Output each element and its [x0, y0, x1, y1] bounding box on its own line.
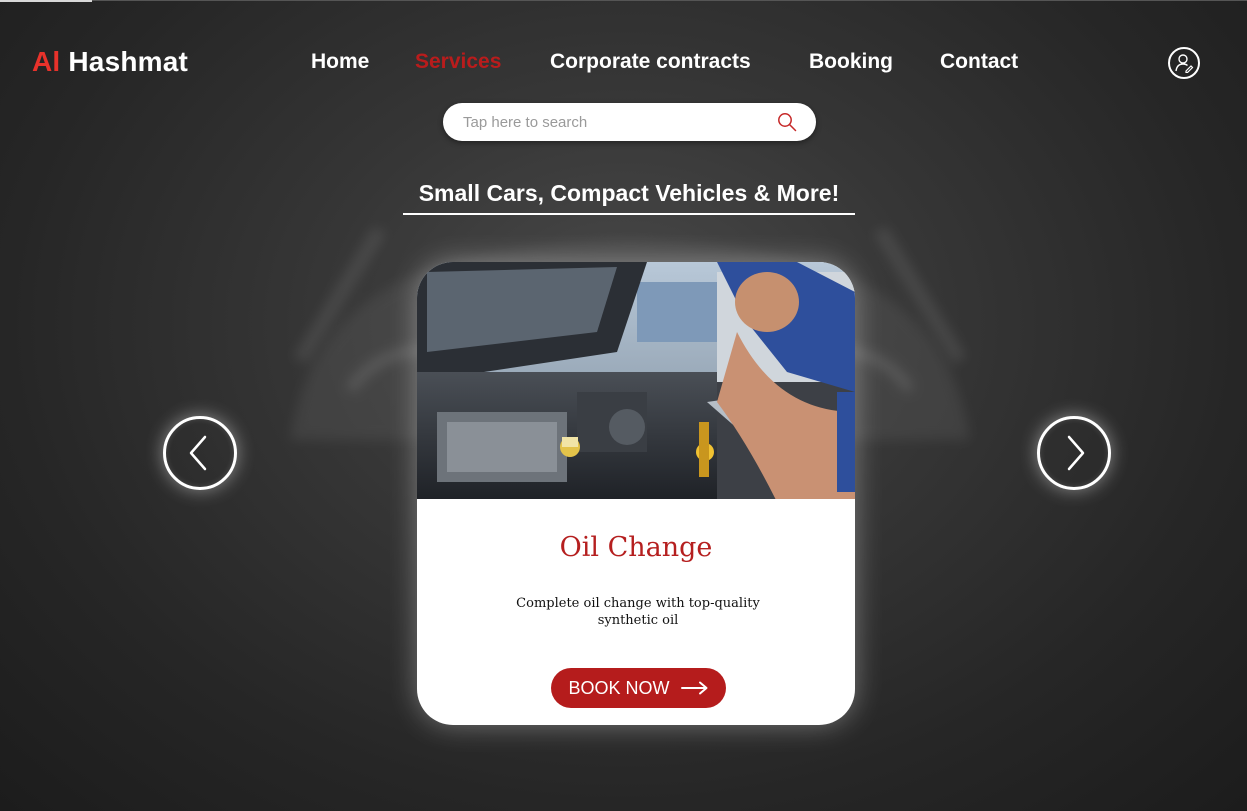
- top-edge-strip: [0, 0, 92, 2]
- user-profile-icon: [1175, 54, 1194, 73]
- nav-item-home[interactable]: Home: [311, 50, 369, 74]
- search-bar[interactable]: [443, 103, 816, 141]
- card-description: Complete oil change with top-quality syn…: [516, 596, 760, 628]
- brand-logo[interactable]: Al Hashmat: [32, 46, 188, 78]
- logo-accent-text: Al: [32, 46, 61, 77]
- chevron-right-icon: [1067, 435, 1085, 471]
- oil-change-photo: [417, 262, 855, 499]
- search-input[interactable]: [463, 103, 763, 141]
- page: Al Hashmat Home Services Corporate contr…: [0, 0, 1247, 811]
- section-heading: Small Cars, Compact Vehicles & More!: [418, 180, 840, 206]
- carousel-prev-button[interactable]: [163, 416, 237, 490]
- profile-button[interactable]: [1168, 47, 1200, 79]
- book-now-label: BOOK NOW: [568, 677, 670, 698]
- nav-item-services[interactable]: Services: [415, 50, 501, 74]
- carousel-next-button[interactable]: [1037, 416, 1111, 490]
- service-card: Oil Change Complete oil change with top-…: [417, 262, 855, 725]
- logo-text: Hashmat: [60, 46, 189, 77]
- chevron-left-icon: [189, 435, 207, 471]
- card-title: Oil Change: [559, 532, 713, 563]
- nav-item-booking[interactable]: Booking: [809, 50, 893, 74]
- search-icon[interactable]: [777, 112, 797, 132]
- nav-item-corporate-contracts[interactable]: Corporate contracts: [550, 50, 751, 74]
- heading-underline: [403, 213, 855, 215]
- top-edge-line: [92, 0, 1247, 1]
- book-now-button[interactable]: BOOK NOW: [551, 668, 726, 708]
- nav-item-contact[interactable]: Contact: [940, 50, 1018, 74]
- arrow-right-icon: [680, 681, 707, 695]
